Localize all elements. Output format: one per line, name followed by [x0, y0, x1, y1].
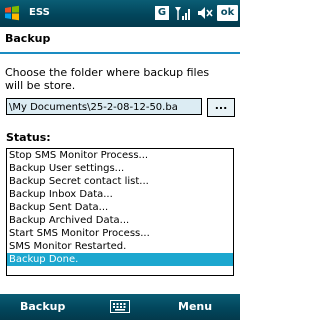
status-label: Status: [6, 131, 51, 144]
backup-path-field[interactable]: \My Documents\25-2-08-12-50.ba [6, 98, 202, 115]
list-item[interactable]: Backup User settings... [7, 162, 233, 175]
instruction-text: Choose the folder where backup files wil… [5, 66, 210, 92]
speaker-icon[interactable] [196, 4, 214, 22]
list-item[interactable]: Start SMS Monitor Process... [7, 227, 233, 240]
g-notification-icon[interactable]: G [155, 6, 169, 20]
ok-button[interactable]: ok [217, 5, 238, 21]
softkey-bar: Backup Menu [0, 294, 240, 320]
menu-softkey[interactable]: Menu [178, 300, 212, 314]
list-item[interactable]: Backup Secret contact list... [7, 175, 233, 188]
browse-button[interactable]: ... [207, 98, 235, 117]
page-title: Backup [5, 32, 51, 45]
list-item[interactable]: Backup Inbox Data... [7, 188, 233, 201]
windows-logo-icon[interactable] [4, 5, 20, 21]
page-header: Backup [0, 27, 240, 52]
list-item[interactable]: Backup Sent Data... [7, 201, 233, 214]
backup-softkey[interactable]: Backup [20, 300, 65, 314]
status-list[interactable]: Stop SMS Monitor Process... Backup User … [6, 148, 234, 276]
signal-strength-icon[interactable] [174, 4, 192, 22]
header-divider [0, 52, 240, 54]
list-item[interactable]: Stop SMS Monitor Process... [7, 149, 233, 162]
status-bar: ESS G ok [0, 0, 240, 27]
list-item[interactable]: Backup Archived Data... [7, 214, 233, 227]
list-item[interactable]: SMS Monitor Restarted. [7, 240, 233, 253]
list-item-selected[interactable]: Backup Done. [7, 253, 233, 266]
app-title: ESS [29, 7, 50, 18]
keyboard-icon[interactable] [110, 299, 130, 314]
